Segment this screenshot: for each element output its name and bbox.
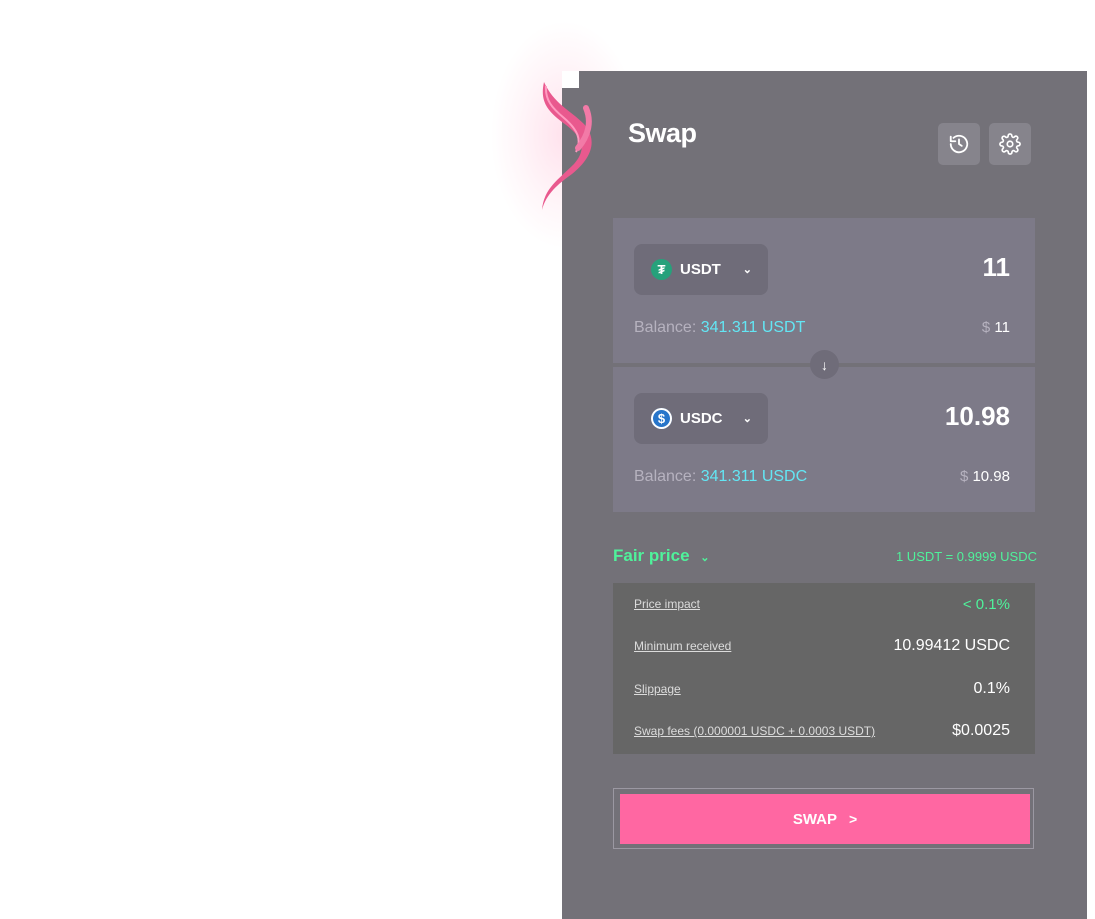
detail-value: 0.1% [973, 680, 1010, 697]
chevron-down-icon: ⌄ [700, 552, 710, 564]
to-usd-amount: 10.98 [972, 468, 1010, 485]
exchange-rate: 1 USDT = 0.9999 USDC [895, 549, 1037, 564]
arrow-down-icon: ↓ [821, 356, 828, 373]
from-token-card: ₮ USDT ⌄ 11 Balance: 341.311 USDT $ 11 [613, 218, 1035, 363]
to-token-label: USDC [680, 410, 723, 427]
to-balance-label: Balance: [634, 468, 697, 485]
detail-row-slippage: Slippage 0.1% [634, 680, 1010, 698]
to-amount-output: 10.98 [944, 401, 1010, 431]
swap-details: Price impact < 0.1% Minimum received 10.… [613, 583, 1035, 754]
usdt-icon: ₮ [651, 259, 672, 280]
usdc-icon: $ [651, 408, 672, 429]
flame-icon [542, 82, 592, 210]
fair-price-toggle[interactable]: Fair price ⌄ [613, 546, 710, 566]
chevron-down-icon: ⌄ [742, 413, 752, 425]
to-usd-value: $ 10.98 [960, 468, 1010, 485]
swap-button[interactable]: SWAP > [620, 794, 1030, 844]
to-token-selector[interactable]: $ USDC ⌄ [634, 393, 768, 444]
switch-direction-button[interactable]: ↓ [810, 350, 839, 379]
detail-value: 10.99412 USDC [893, 637, 1010, 654]
detail-row-price-impact: Price impact < 0.1% [634, 595, 1010, 613]
from-token-label: USDT [680, 261, 721, 278]
detail-row-swap-fees: Swap fees (0.000001 USDC + 0.0003 USDT) … [634, 722, 1010, 740]
detail-label[interactable]: Minimum received [634, 639, 731, 653]
settings-button[interactable] [989, 123, 1031, 165]
from-amount-input[interactable]: 11 [983, 252, 1011, 283]
detail-label[interactable]: Slippage [634, 682, 681, 696]
swap-button-label: SWAP [792, 810, 837, 828]
detail-row-minimum-received: Minimum received 10.99412 USDC [634, 637, 1010, 655]
from-balance: Balance: 341.311 USDT [634, 319, 805, 337]
from-balance-value: 341.311 USDT [700, 319, 806, 336]
fair-price-label: Fair price [613, 546, 690, 565]
history-button[interactable] [938, 123, 980, 165]
to-token-card: $ USDC ⌄ 10.98 Balance: 341.311 USDC $ 1… [613, 367, 1035, 512]
from-token-selector[interactable]: ₮ USDT ⌄ [634, 244, 768, 295]
detail-value: < 0.1% [962, 595, 1010, 613]
from-usd-value: $ 11 [982, 319, 1010, 336]
detail-value: $0.0025 [952, 722, 1010, 739]
history-icon [949, 134, 969, 154]
to-balance: Balance: 341.311 USDC [634, 468, 807, 486]
page-title: Swap [628, 118, 697, 148]
detail-label[interactable]: Price impact [634, 597, 700, 611]
to-balance-value: 341.311 USDC [700, 468, 808, 485]
detail-label[interactable]: Swap fees (0.000001 USDC + 0.0003 USDT) [634, 724, 875, 738]
chevron-right-icon: > [849, 811, 858, 827]
chevron-down-icon: ⌄ [742, 264, 752, 276]
settings-gear-icon [999, 133, 1021, 155]
from-balance-label: Balance: [634, 319, 697, 336]
from-usd-symbol: $ [981, 319, 991, 336]
to-usd-symbol: $ [959, 468, 969, 485]
from-usd-amount: 11 [994, 319, 1010, 336]
